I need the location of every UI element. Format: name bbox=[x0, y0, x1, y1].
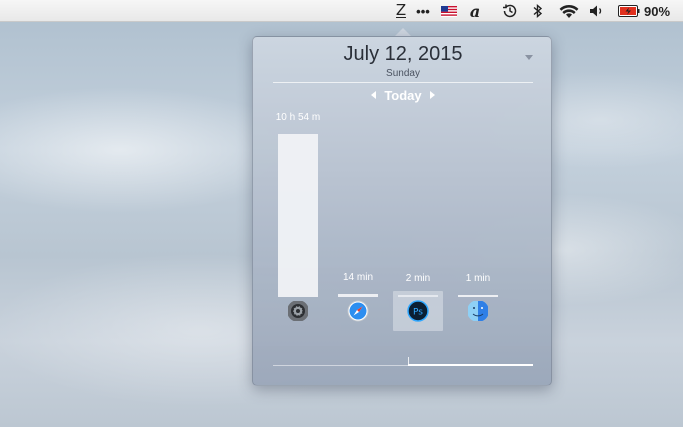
date-title: July 12, 2015 bbox=[343, 43, 463, 65]
wifi-icon[interactable] bbox=[558, 0, 580, 22]
battery-charging-icon[interactable] bbox=[617, 0, 641, 22]
finder-icon bbox=[468, 301, 488, 321]
options-chevron-down-icon[interactable] bbox=[525, 55, 533, 60]
timeline-slider-fill bbox=[408, 364, 533, 366]
battery-percentage[interactable]: 90% bbox=[644, 0, 678, 22]
zen-menu-icon[interactable]: Z bbox=[391, 0, 411, 22]
next-day-arrow-icon[interactable] bbox=[428, 87, 438, 103]
speaker-icon[interactable] bbox=[588, 0, 606, 22]
bar-value-label: 2 min bbox=[405, 273, 431, 284]
dictionary-icon[interactable]: a bbox=[467, 0, 483, 22]
bar-value-label: 14 min bbox=[342, 272, 373, 283]
photoshop-icon: Ps bbox=[407, 300, 429, 322]
day-label[interactable]: Today bbox=[384, 88, 421, 103]
safari-icon bbox=[347, 300, 369, 322]
svg-text:Ps: Ps bbox=[413, 308, 423, 318]
usage-popover: July 12, 2015 Sunday Today 10 h 54 m 14 m… bbox=[252, 36, 552, 386]
timeline-slider[interactable] bbox=[273, 357, 533, 366]
weekday-label: Sunday bbox=[386, 68, 420, 79]
menu-bar: Z ••• a 90% bbox=[0, 0, 683, 22]
system-preferences-icon bbox=[288, 301, 308, 321]
day-navigator: Today bbox=[253, 87, 553, 103]
divider bbox=[273, 82, 533, 83]
previous-day-arrow-icon[interactable] bbox=[368, 87, 378, 103]
us-flag-icon[interactable] bbox=[440, 0, 458, 22]
bar-value-label: 1 min bbox=[465, 273, 491, 284]
timeline-slider-handle[interactable] bbox=[408, 357, 409, 364]
bar-system-preferences[interactable] bbox=[278, 134, 318, 297]
app-slot-photoshop[interactable]: Ps bbox=[393, 291, 443, 331]
app-slot-finder[interactable] bbox=[453, 291, 503, 331]
bar-value-label: 10 h 54 m bbox=[275, 112, 321, 123]
bluetooth-icon[interactable] bbox=[529, 0, 547, 22]
more-menu-icon[interactable]: ••• bbox=[413, 0, 433, 22]
time-machine-icon[interactable] bbox=[499, 0, 521, 22]
app-slot-system-preferences[interactable] bbox=[273, 291, 323, 331]
app-slot-safari[interactable] bbox=[333, 291, 383, 331]
